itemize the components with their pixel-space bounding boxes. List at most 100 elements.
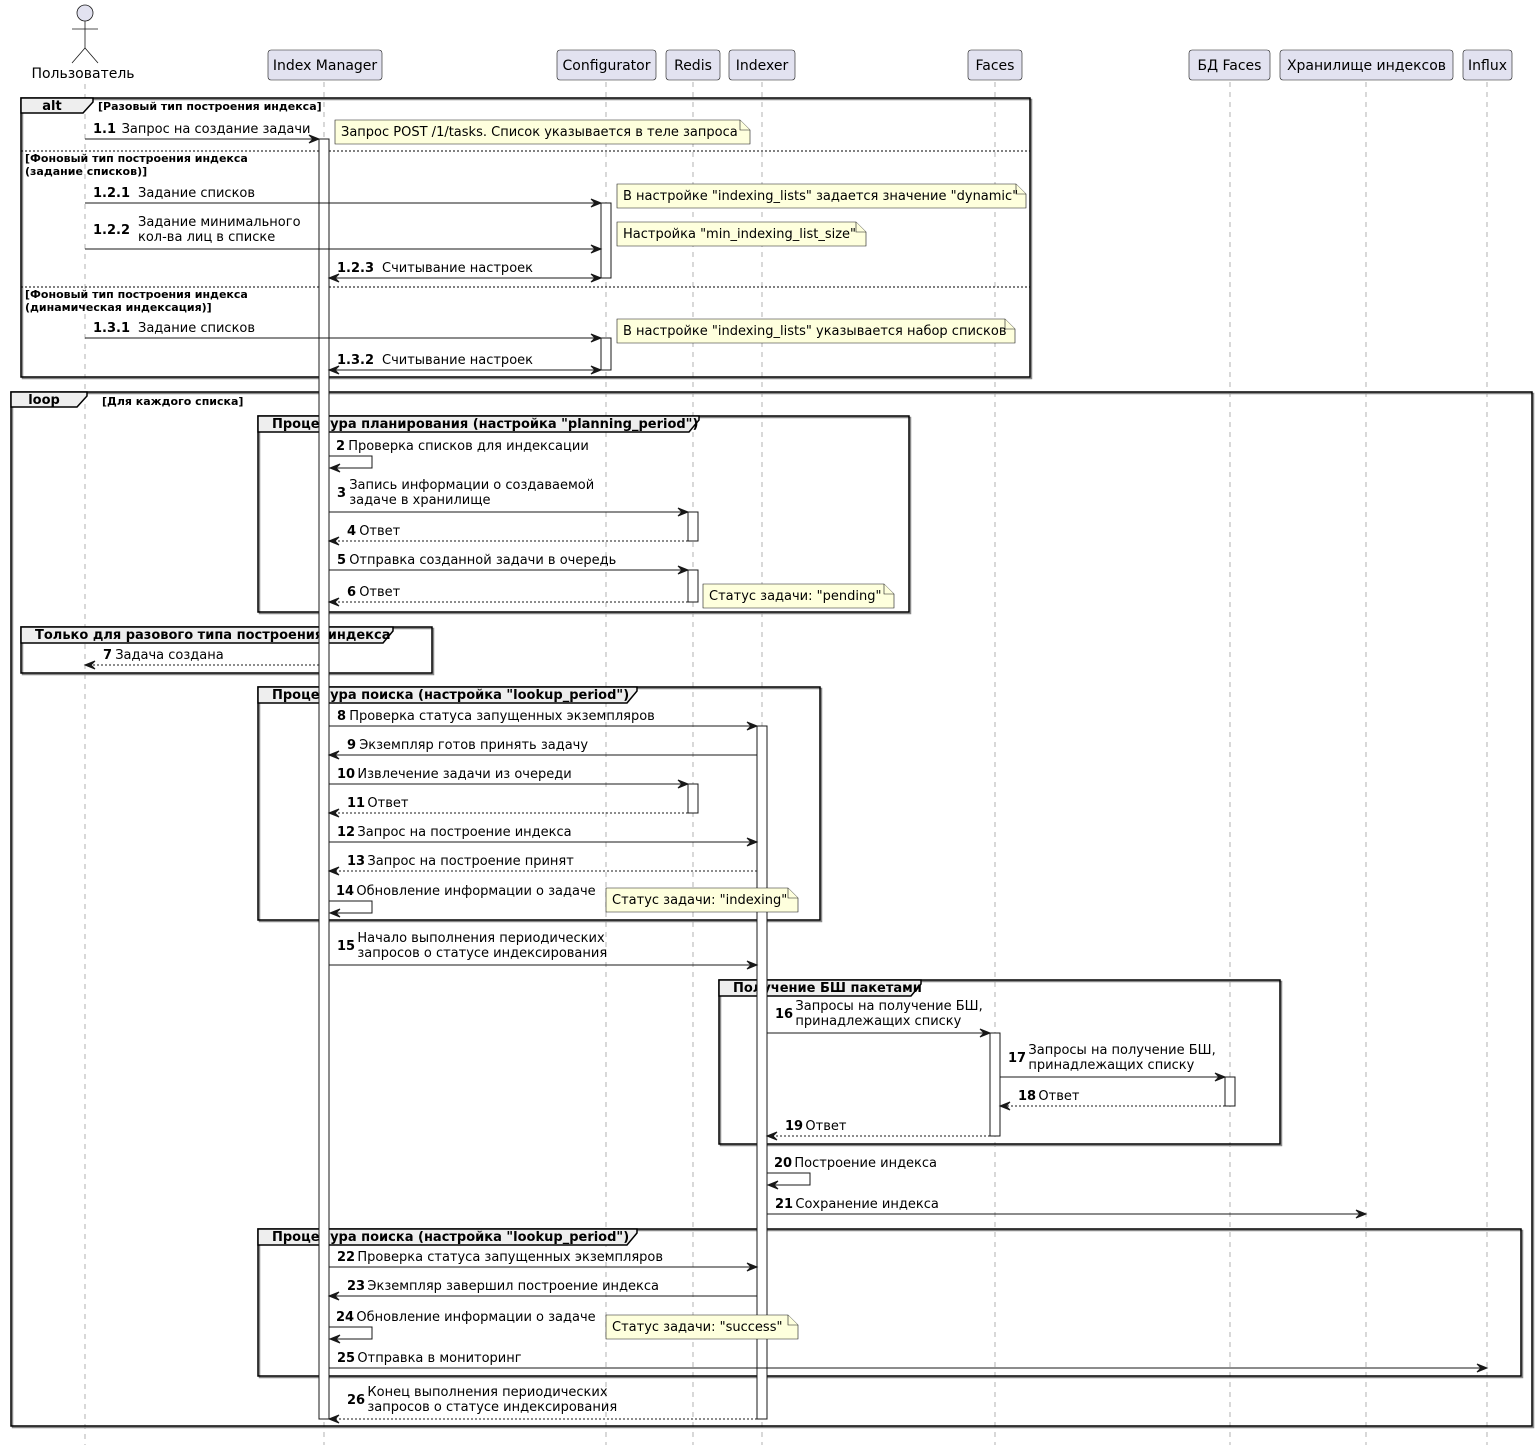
note-fold — [787, 1315, 798, 1326]
actor-legs — [71, 47, 99, 64]
note-text: Статус задачи: "indexing" — [612, 893, 787, 908]
message-18[interactable]: 18 Ответ — [998, 1089, 1225, 1111]
participant-im[interactable]: Index Manager — [267, 49, 383, 81]
message-number: 1.1 — [93, 122, 116, 137]
note-n4: В настройке "indexing_lists" указывается… — [616, 318, 1016, 344]
participant-label: БД Faces — [1198, 58, 1262, 74]
activation-bar-redis — [687, 783, 699, 814]
message-number: 14 — [336, 884, 354, 899]
note-n2: В настройке "indexing_lists" задается зн… — [616, 183, 1027, 209]
participant-label: Redis — [674, 58, 712, 74]
message-label: Ответ — [1038, 1089, 1079, 1104]
message-label: Задание списков — [138, 186, 255, 201]
message-1-3-1[interactable]: 1.3.1 Задание списков — [85, 321, 603, 343]
message-label: Экземпляр готов принять задачу — [359, 738, 588, 753]
message-number: 18 — [1018, 1089, 1036, 1104]
message-6[interactable]: 6 Ответ — [327, 585, 688, 607]
message-17[interactable]: 17Запросы на получение БШ, принадлежащих … — [1000, 1043, 1227, 1082]
message-label: Обновление информации о задаче — [356, 884, 595, 899]
arrow-head — [327, 536, 340, 546]
frame-guard: [Для каждого списка] — [102, 395, 243, 408]
participant-store[interactable]: Хранилище индексов — [1279, 49, 1454, 81]
participant-dbfaces[interactable]: БД Faces — [1188, 49, 1271, 81]
note-fold — [739, 120, 750, 131]
message-1-2-3[interactable]: 1.2.3 Считывание настроек — [327, 261, 603, 283]
message-label: Запросы на получение БШ, принадлежащих сп… — [795, 999, 982, 1029]
participant-redis[interactable]: Redis — [665, 49, 721, 81]
message-label: Конец выполнения периодических запросов о… — [367, 1385, 617, 1415]
message-21[interactable]: 21 Сохранение индекса — [767, 1197, 1368, 1219]
note-text: В настройке "indexing_lists" указывается… — [623, 324, 1007, 339]
note-text: Настройка "min_indexing_list_size" — [623, 227, 856, 242]
frame-title: loop — [28, 393, 60, 408]
message-label: Проверка списков для индексации — [348, 439, 589, 454]
message-11[interactable]: 11 Ответ — [327, 796, 688, 818]
frame-guard: [Фоновый тип построения индекса (динамиче… — [25, 288, 248, 314]
message-label: Задание списков — [138, 321, 255, 336]
note-n5: Статус задачи: "pending" — [702, 583, 895, 609]
participant-label: Хранилище индексов — [1287, 58, 1446, 74]
message-number: 9 — [347, 738, 356, 753]
message-19[interactable]: 19 Ответ — [765, 1119, 990, 1141]
message-number: 7 — [103, 648, 112, 663]
arrow-head — [327, 597, 340, 607]
message-label: Запросы на получение БШ, принадлежащих сп… — [1028, 1043, 1215, 1073]
activation-bar-cfg — [600, 337, 612, 371]
message-10[interactable]: 10 Извлечение задачи из очереди — [329, 767, 690, 789]
note-text: Статус задачи: "success" — [612, 1320, 782, 1335]
message-number: 21 — [775, 1197, 793, 1212]
message-20[interactable]: 20 Построение индекса — [766, 1156, 937, 1190]
message-label: Обновление информации о задаче — [356, 1310, 595, 1325]
message-number: 4 — [347, 524, 356, 539]
message-3[interactable]: 3Запись информации о создаваемой задаче в… — [329, 478, 690, 517]
message-number: 25 — [337, 1351, 355, 1366]
messages: 1.1 Запрос на создание задачи 1.2.1 Задание… — [83, 122, 1489, 1424]
activation-bar-cfg — [600, 202, 612, 279]
message-label: Ответ — [359, 585, 400, 600]
participant-label: Influx — [1468, 58, 1507, 74]
message-number: 23 — [347, 1279, 365, 1294]
participant-influx[interactable]: Influx — [1462, 49, 1513, 81]
message-label: Запись информации о создаваемой задаче в … — [349, 478, 594, 508]
message-number: 1.3.2 — [337, 353, 374, 368]
note-fold — [883, 584, 894, 595]
message-number: 3 — [337, 486, 346, 501]
message-label: Построение индекса — [794, 1156, 937, 1171]
participant-label: Indexer — [736, 58, 789, 74]
message-16[interactable]: 16Запросы на получение БШ, принадлежащих … — [767, 999, 992, 1038]
message-1-3-2[interactable]: 1.3.2 Считывание настроек — [327, 353, 603, 375]
message-2[interactable]: 2 Проверка списков для индексации — [328, 439, 589, 473]
participant-user[interactable]: Пользователь — [31, 4, 135, 82]
message-label: Проверка статуса запущенных экземпляров — [357, 1250, 663, 1265]
participant-label: Пользователь — [31, 66, 134, 82]
message-number: 19 — [785, 1119, 803, 1134]
activation-bar-faces — [989, 1032, 1001, 1137]
message-1-1[interactable]: 1.1 Запрос на создание задачи — [85, 122, 321, 144]
participant-faces[interactable]: Faces — [967, 49, 1023, 81]
message-label: Ответ — [367, 796, 408, 811]
arrow-head — [327, 866, 340, 876]
note-n3: Настройка "min_indexing_list_size" — [616, 221, 867, 247]
message-4[interactable]: 4 Ответ — [327, 524, 688, 546]
participant-idx[interactable]: Indexer — [728, 49, 796, 81]
message-7[interactable]: 7 Задача создана — [83, 648, 319, 670]
message-label: Отправка созданной задачи в очередь — [349, 553, 616, 568]
message-14[interactable]: 14 Обновление информации о задаче — [328, 884, 596, 918]
message-number: 22 — [337, 1250, 355, 1265]
frame-title: Только для разового типа построения инде… — [35, 628, 391, 643]
message-1-2-2[interactable]: 1.2.2 Задание минимального кол-ва лиц в сп… — [85, 215, 603, 254]
message-label: Проверка статуса запущенных экземпляров — [349, 709, 655, 724]
frame-guard: [Фоновый тип построения индекса (задание … — [25, 152, 248, 178]
participants: Пользователь Index Manager Configurator Red… — [31, 4, 1513, 82]
arrow-head — [327, 1414, 340, 1424]
activation-bar-dbfaces — [1224, 1076, 1236, 1107]
message-5[interactable]: 5 Отправка созданной задачи в очередь — [329, 553, 690, 575]
message-1-2-1[interactable]: 1.2.1 Задание списков — [85, 186, 603, 208]
note-text: В настройке "indexing_lists" задается зн… — [623, 189, 1018, 204]
participant-cfg[interactable]: Configurator — [556, 49, 657, 81]
activation-bar-im — [318, 138, 330, 1420]
message-25[interactable]: 25 Отправка в мониторинг — [329, 1351, 1489, 1373]
message-number: 10 — [337, 767, 355, 782]
message-number: 6 — [347, 585, 356, 600]
message-24[interactable]: 24 Обновление информации о задаче — [328, 1310, 596, 1344]
